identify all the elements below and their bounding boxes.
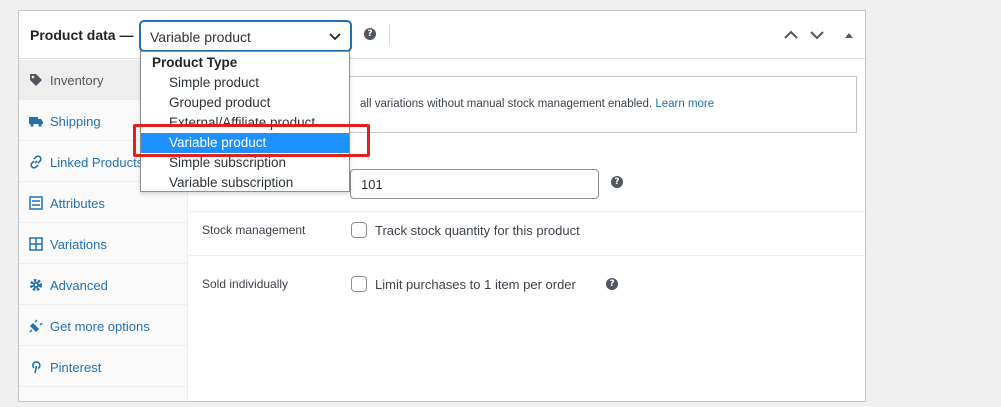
- option-grouped-product[interactable]: Grouped product: [141, 93, 349, 113]
- sku-input[interactable]: 101: [350, 169, 599, 199]
- tab-pinterest[interactable]: Pinterest: [19, 347, 188, 387]
- tab-get-more-options[interactable]: Get more options: [19, 306, 188, 346]
- header-divider: [389, 25, 390, 45]
- gear-icon: [30, 279, 42, 291]
- tab-label: Linked Products: [50, 155, 144, 170]
- learn-more-link[interactable]: Learn more: [655, 98, 714, 110]
- stock-management-checkbox-label: Track stock quantity for this product: [375, 223, 580, 238]
- sku-value: 101: [361, 177, 383, 192]
- product-type-dropdown: Product Type Simple product Grouped prod…: [140, 51, 350, 192]
- move-up-icon[interactable]: [783, 28, 799, 42]
- dropdown-group-label: Product Type: [152, 55, 238, 70]
- tab-label: Get more options: [50, 319, 150, 334]
- sku-help-icon[interactable]: ?: [611, 176, 623, 188]
- tab-label: Pinterest: [50, 360, 102, 375]
- option-variable-subscription[interactable]: Variable subscription: [141, 173, 349, 193]
- truck-icon: [29, 117, 43, 127]
- row-divider: [189, 211, 865, 212]
- tag-icon: [30, 74, 42, 86]
- move-down-icon[interactable]: [809, 28, 825, 42]
- tab-label: Shipping: [50, 114, 101, 129]
- stock-management-checkbox[interactable]: [351, 222, 367, 238]
- sold-individually-checkbox[interactable]: [351, 276, 367, 292]
- tab-label: Advanced: [50, 278, 108, 293]
- pinterest-icon: [32, 361, 41, 374]
- selection-highlight-box: [133, 124, 370, 157]
- option-label: Simple subscription: [169, 155, 287, 170]
- notice-text: all variations without manual stock mana…: [360, 98, 714, 110]
- notice-message: all variations without manual stock mana…: [360, 98, 653, 110]
- sold-help-icon[interactable]: ?: [606, 278, 618, 290]
- collapse-toggle-icon[interactable]: [841, 28, 857, 42]
- sold-individually-checkbox-label: Limit purchases to 1 item per order: [375, 277, 576, 292]
- plugin-icon: [29, 319, 43, 333]
- tab-advanced[interactable]: Advanced: [19, 265, 188, 305]
- tab-label: Variations: [50, 237, 107, 252]
- grid-icon: [29, 237, 43, 251]
- option-simple-product[interactable]: Simple product: [141, 73, 349, 93]
- option-label: Simple product: [169, 75, 260, 90]
- tab-label: Attributes: [50, 196, 105, 211]
- sold-individually-label: Sold individually: [202, 277, 289, 291]
- chevron-down-icon: [329, 33, 341, 41]
- row-divider: [189, 255, 865, 256]
- option-label: Grouped product: [169, 95, 271, 110]
- panel-title: Product data —: [30, 27, 134, 43]
- tab-label: Inventory: [50, 73, 104, 88]
- stock-management-label: Stock management: [202, 223, 306, 237]
- link-icon: [30, 155, 42, 169]
- option-label: Variable subscription: [169, 175, 294, 190]
- tab-variations[interactable]: Variations: [19, 224, 188, 264]
- help-icon[interactable]: ?: [364, 28, 376, 40]
- product-type-select[interactable]: Variable product: [140, 21, 351, 51]
- product-type-value: Variable product: [150, 29, 251, 45]
- list-icon: [29, 196, 43, 210]
